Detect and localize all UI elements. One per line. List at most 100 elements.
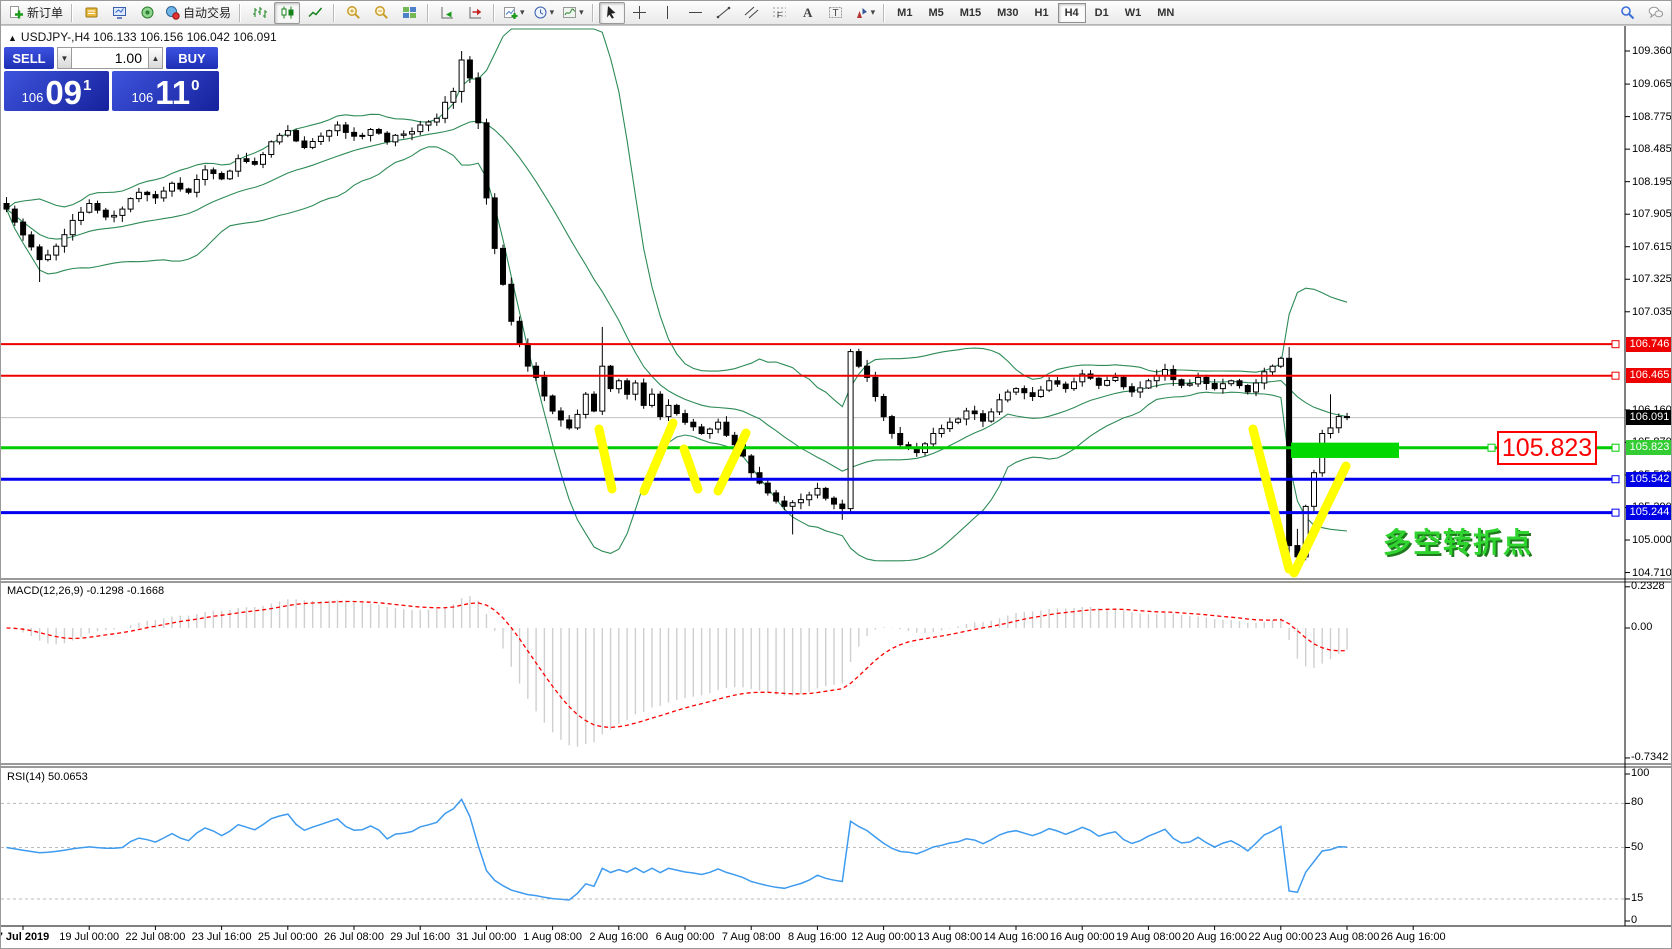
tile-windows-button[interactable] [396, 2, 422, 24]
toolbar-separator [427, 4, 429, 22]
level-endpoint-106.746 [1612, 341, 1619, 348]
profiles-button[interactable]: ▾ [530, 2, 558, 24]
market-watch-button[interactable] [78, 2, 104, 24]
price-tick-label: 109.065 [1632, 77, 1672, 91]
level-endpoint-105.823 [1612, 444, 1619, 451]
volume-input[interactable] [72, 47, 148, 69]
timeframe-button-M5[interactable]: M5 [921, 3, 950, 23]
chart-shift-button[interactable] [462, 2, 488, 24]
macd-tick-label: 0.2328 [1631, 580, 1665, 592]
rsi-tick-label: 15 [1631, 892, 1643, 904]
timeframe-button-M1[interactable]: M1 [890, 3, 919, 23]
tile-windows-icon [402, 5, 417, 20]
buy-price-box[interactable]: 106 11 0 [112, 71, 219, 111]
sell-price-point: 1 [83, 77, 91, 94]
rsi-line [7, 799, 1348, 900]
vertical-line-icon [660, 5, 675, 20]
vertical-line-button[interactable] [655, 2, 681, 24]
toolbar: 新订单 自动交易 ▾ ▾ ▾ F A T ▾ M1M5M15M30H1H4D1W1MN [1, 1, 1672, 25]
buy-button[interactable]: BUY [166, 47, 218, 69]
timeframe-button-D1[interactable]: D1 [1088, 3, 1116, 23]
data-window-icon [112, 5, 127, 20]
toolbar-separator [239, 4, 241, 22]
templates-button-dropdown-icon[interactable]: ▾ [579, 7, 584, 18]
zoom-in-button[interactable] [340, 2, 366, 24]
timeframe-button-H1[interactable]: H1 [1028, 3, 1056, 23]
collapse-arrow-icon[interactable]: ▲ [8, 33, 17, 43]
timeframe-button-M30[interactable]: M30 [990, 3, 1025, 23]
arrows-button[interactable]: ▾ [851, 2, 879, 24]
buy-price-point: 0 [191, 77, 199, 94]
price-tick-label: 108.195 [1632, 175, 1672, 189]
rsi-tick-label: 80 [1631, 796, 1643, 808]
chat-button[interactable] [1642, 2, 1668, 24]
macd-indicator-label: MACD(12,26,9) -0.1298 -0.1668 [7, 585, 164, 597]
cursor-button[interactable] [599, 2, 625, 24]
profiles-button-dropdown-icon[interactable]: ▾ [550, 7, 555, 18]
new-chart-button[interactable]: ▾ [500, 2, 528, 24]
volume-increase-button[interactable]: ▲ [148, 47, 163, 69]
chart-canvas[interactable] [1, 1, 1672, 949]
price-level-tag-resistance: 106.465 [1626, 368, 1672, 383]
rsi-indicator-label: RSI(14) 50.0653 [7, 771, 88, 783]
candle-chart-button[interactable] [274, 2, 300, 24]
toolbar-separator [592, 4, 594, 22]
price-tick-label: 105.000 [1632, 533, 1672, 547]
timeframe-button-MN[interactable]: MN [1150, 3, 1181, 23]
autotrading-button-label: 自动交易 [183, 4, 231, 21]
templates-button[interactable]: ▾ [559, 2, 587, 24]
timeframe-button-W1[interactable]: W1 [1118, 3, 1149, 23]
new-chart-icon [503, 5, 518, 20]
level-endpoint-105.542 [1612, 476, 1619, 483]
toolbar-separator [71, 4, 73, 22]
profiles-icon [533, 5, 548, 20]
price-annotation-box[interactable]: 105.823 [1497, 431, 1597, 465]
line-chart-button[interactable] [302, 2, 328, 24]
svg-text:T: T [833, 8, 839, 19]
search-button[interactable] [1614, 2, 1640, 24]
toolbar-separator [493, 4, 495, 22]
candle-chart-icon [280, 5, 295, 20]
buy-price-figure: 106 [132, 90, 154, 105]
new-order-button[interactable]: 新订单 [6, 2, 66, 24]
text-button[interactable]: A [795, 2, 821, 24]
data-window-button[interactable] [106, 2, 132, 24]
equidistant-channel-button[interactable] [739, 2, 765, 24]
text-label-icon: T [828, 5, 843, 20]
level-endpoint-105.244 [1612, 509, 1619, 516]
bar-chart-button[interactable] [246, 2, 272, 24]
text-icon: A [800, 5, 815, 20]
line-chart-icon [308, 5, 323, 20]
zoom-in-icon [346, 5, 361, 20]
trendline-button[interactable] [711, 2, 737, 24]
volume-decrease-button[interactable]: ▼ [57, 47, 72, 69]
cursor-icon [604, 5, 619, 20]
zoom-out-button[interactable] [368, 2, 394, 24]
toolbar-separator [333, 4, 335, 22]
svg-text:A: A [803, 5, 813, 20]
timeframe-button-H4[interactable]: H4 [1058, 3, 1086, 23]
svg-text:F: F [777, 11, 782, 20]
new-chart-button-dropdown-icon[interactable]: ▾ [520, 7, 525, 18]
time-axis-label: 26 Aug 16:00 [1367, 931, 1459, 943]
price-tick-label: 108.775 [1632, 110, 1672, 124]
bar-chart-icon [252, 5, 267, 20]
arrows-icon [854, 5, 869, 20]
fibonacci-button[interactable]: F [767, 2, 793, 24]
auto-scroll-button[interactable] [434, 2, 460, 24]
text-label-button[interactable]: T [823, 2, 849, 24]
price-level-tag-support: 105.244 [1626, 505, 1672, 520]
strategy-tester-button[interactable] [134, 2, 160, 24]
sell-button[interactable]: SELL [4, 47, 54, 69]
market-watch-icon [84, 5, 99, 20]
arrows-button-dropdown-icon[interactable]: ▾ [871, 7, 876, 18]
horizontal-line-button[interactable] [683, 2, 709, 24]
sell-price-box[interactable]: 106 09 1 [4, 71, 109, 111]
trendline-icon [716, 5, 731, 20]
timeframe-button-M15[interactable]: M15 [953, 3, 988, 23]
rsi-tick-label: 0 [1631, 914, 1637, 926]
turning-point-annotation[interactable]: 多空转折点 [1383, 521, 1533, 561]
autotrading-button[interactable]: 自动交易 [162, 2, 234, 24]
chart-title: ▲USDJPY-,H4 106.133 106.156 106.042 106.… [8, 30, 277, 44]
crosshair-button[interactable] [627, 2, 653, 24]
